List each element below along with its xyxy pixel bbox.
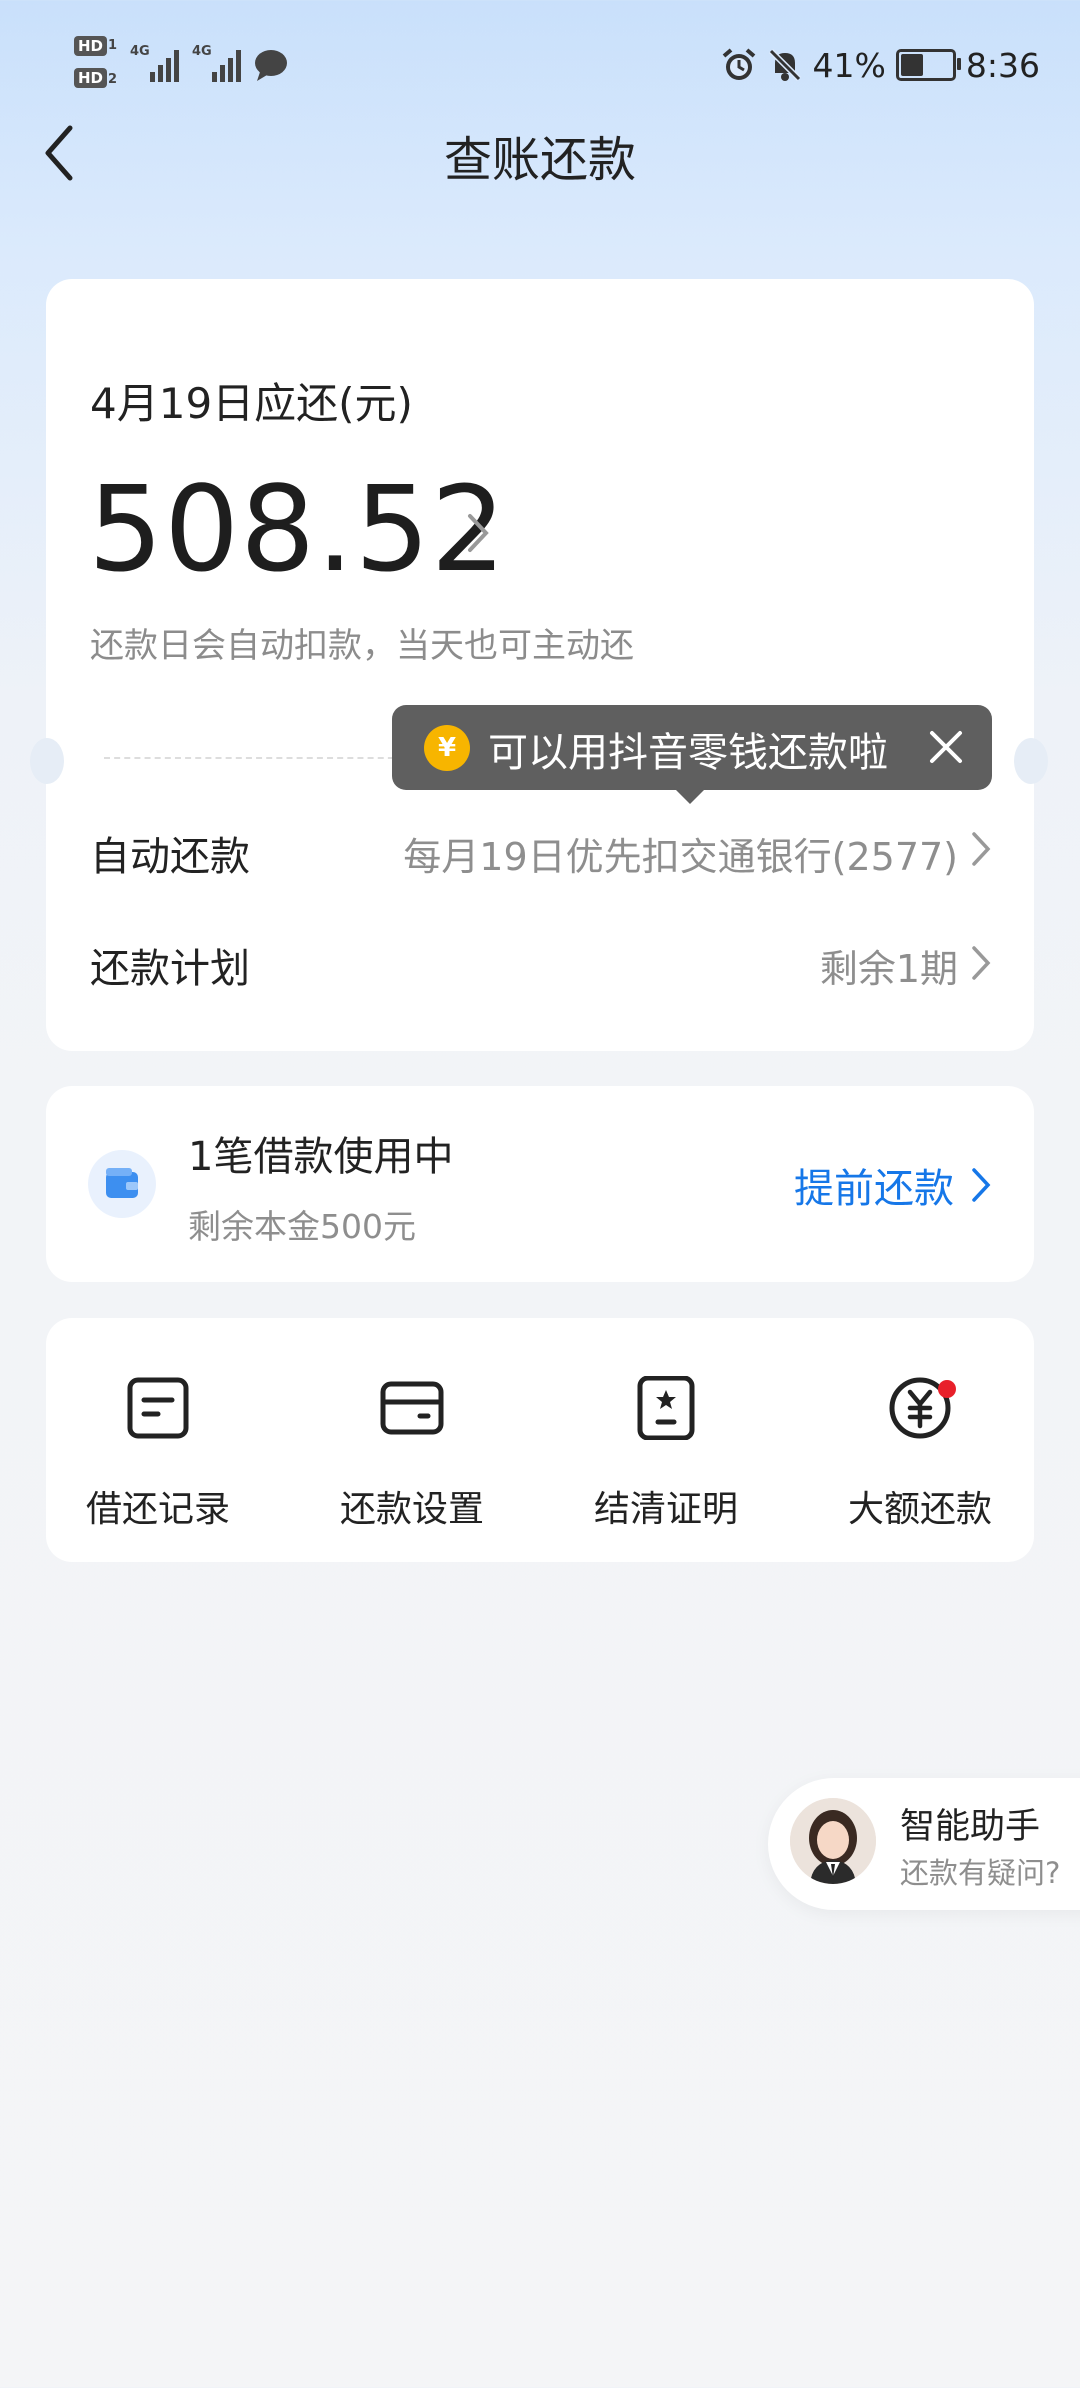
alarm-icon — [722, 48, 755, 80]
clock: 8:36 — [965, 45, 1040, 85]
assistant-avatar-image — [790, 1798, 876, 1884]
card-icon[interactable] — [380, 1376, 444, 1440]
repay-plan-chevron-icon[interactable] — [970, 944, 992, 982]
card-notch-left — [30, 738, 64, 784]
due-date-label: 4月19日应还(元) — [90, 379, 413, 428]
avatar[interactable] — [790, 1798, 876, 1884]
prepay-button[interactable]: 提前还款 — [794, 1156, 954, 1214]
status-bar-signals: HD 1 HD 2 4G 4G — [74, 34, 334, 94]
signal-icon-2 — [212, 50, 241, 82]
close-icon[interactable] — [926, 727, 966, 767]
notification-dot — [938, 1380, 956, 1398]
due-amount[interactable]: 508.52 — [88, 460, 507, 598]
quick-action-records[interactable]: 借还记录 — [33, 1480, 283, 1532]
loan-title: 1笔借款使用中 — [188, 1134, 454, 1180]
auto-repay-value[interactable]: 每月19日优先扣交通银行(2577) — [300, 826, 958, 881]
sim-2-label: 2 — [108, 72, 118, 87]
record-icon[interactable] — [126, 1376, 190, 1440]
loan-remaining-principal: 剩余本金500元 — [188, 1207, 416, 1246]
quick-action-large-repay[interactable]: 大额还款 — [795, 1480, 1045, 1532]
auto-repay-chevron-icon[interactable] — [970, 830, 992, 868]
assistant-name[interactable]: 智能助手 — [900, 1798, 1040, 1849]
repay-plan-label: 还款计划 — [90, 946, 250, 992]
quick-action-settings[interactable]: 还款设置 — [287, 1480, 537, 1532]
battery-icon — [895, 49, 961, 81]
message-icon — [255, 50, 287, 81]
auto-repay-label: 自动还款 — [90, 834, 250, 880]
sim-1-label: 1 — [108, 38, 118, 53]
assistant-subtitle: 还款有疑问? — [900, 1856, 1061, 1890]
battery-percent: 41% — [812, 45, 886, 85]
wallet-icon — [106, 1168, 138, 1198]
amount-chevron-icon[interactable] — [462, 508, 492, 558]
coin-icon: ¥ — [424, 725, 470, 771]
prepay-chevron-icon[interactable] — [970, 1166, 992, 1204]
card-notch-right — [1014, 738, 1048, 784]
card-divider — [104, 757, 404, 759]
repay-plan-value[interactable]: 剩余1期 — [560, 938, 958, 993]
status-bar-right: 41% 8:36 — [721, 40, 1040, 90]
mute-bell-icon — [768, 48, 801, 82]
tooltip-arrow — [674, 788, 706, 804]
hd-badge-2: HD — [74, 68, 108, 88]
certificate-icon[interactable] — [634, 1376, 698, 1440]
battery-level — [900, 54, 924, 76]
auto-debit-hint: 还款日会自动扣款，当天也可主动还 — [90, 626, 634, 666]
quick-action-certificate[interactable]: 结清证明 — [541, 1480, 791, 1532]
hd-badge-1: HD — [74, 36, 108, 56]
network-type-1: 4G — [130, 44, 150, 59]
signal-icon-1 — [150, 50, 179, 82]
network-type-2: 4G — [192, 44, 212, 59]
tooltip-text: 可以用抖音零钱还款啦 — [488, 730, 888, 776]
page-title: 查账还款 — [443, 132, 636, 188]
